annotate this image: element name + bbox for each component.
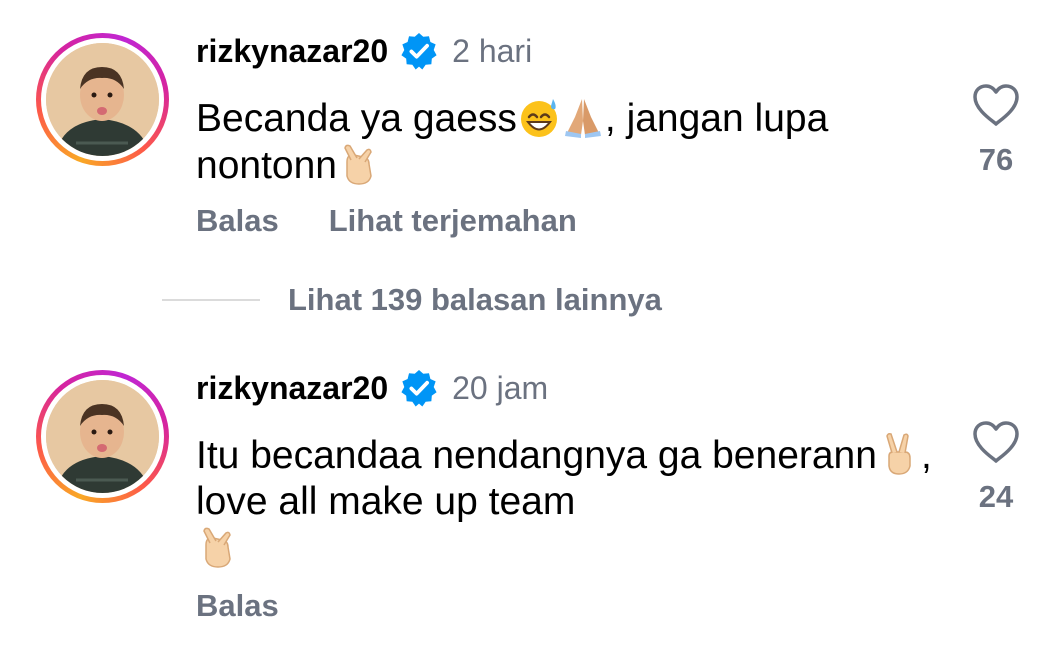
avatar-image: [46, 380, 159, 493]
reply-button[interactable]: Balas: [196, 203, 279, 239]
grinning-sweat-emoji-icon: [520, 99, 557, 137]
comment-text: Itu becandaa nendangnya ga benerann , lo…: [196, 432, 936, 572]
like-area: 76: [966, 82, 1026, 178]
see-translation-button[interactable]: Lihat terjemahan: [329, 203, 577, 239]
avatar[interactable]: [36, 33, 169, 166]
comment-time: 20 jam: [452, 369, 549, 406]
comment-time: 2 hari: [452, 32, 533, 69]
avatar-image: [46, 43, 159, 156]
verified-badge-icon: [401, 32, 437, 70]
like-area: 24: [966, 419, 1026, 515]
view-more-replies[interactable]: Lihat 139 balasan lainnya: [162, 282, 662, 318]
finger-heart-emoji-icon: [344, 144, 372, 185]
like-count: 24: [978, 479, 1014, 514]
victory-hand-emoji-icon: [886, 433, 911, 475]
heart-icon[interactable]: [971, 82, 1021, 128]
avatar[interactable]: [36, 370, 169, 503]
heart-icon[interactable]: [971, 419, 1021, 465]
finger-heart-emoji-icon: [203, 527, 231, 568]
reply-button[interactable]: Balas: [196, 588, 279, 624]
divider: [162, 299, 260, 301]
username[interactable]: rizkynazar20: [196, 370, 388, 407]
view-more-replies-label[interactable]: Lihat 139 balasan lainnya: [288, 282, 662, 318]
like-count: 76: [978, 142, 1014, 177]
folded-hands-emoji-icon: [564, 99, 601, 138]
comment-text: Becanda ya gaess , jangan lupa nontonn: [196, 97, 829, 187]
verified-badge-icon: [401, 369, 437, 407]
username[interactable]: rizkynazar20: [196, 33, 388, 70]
